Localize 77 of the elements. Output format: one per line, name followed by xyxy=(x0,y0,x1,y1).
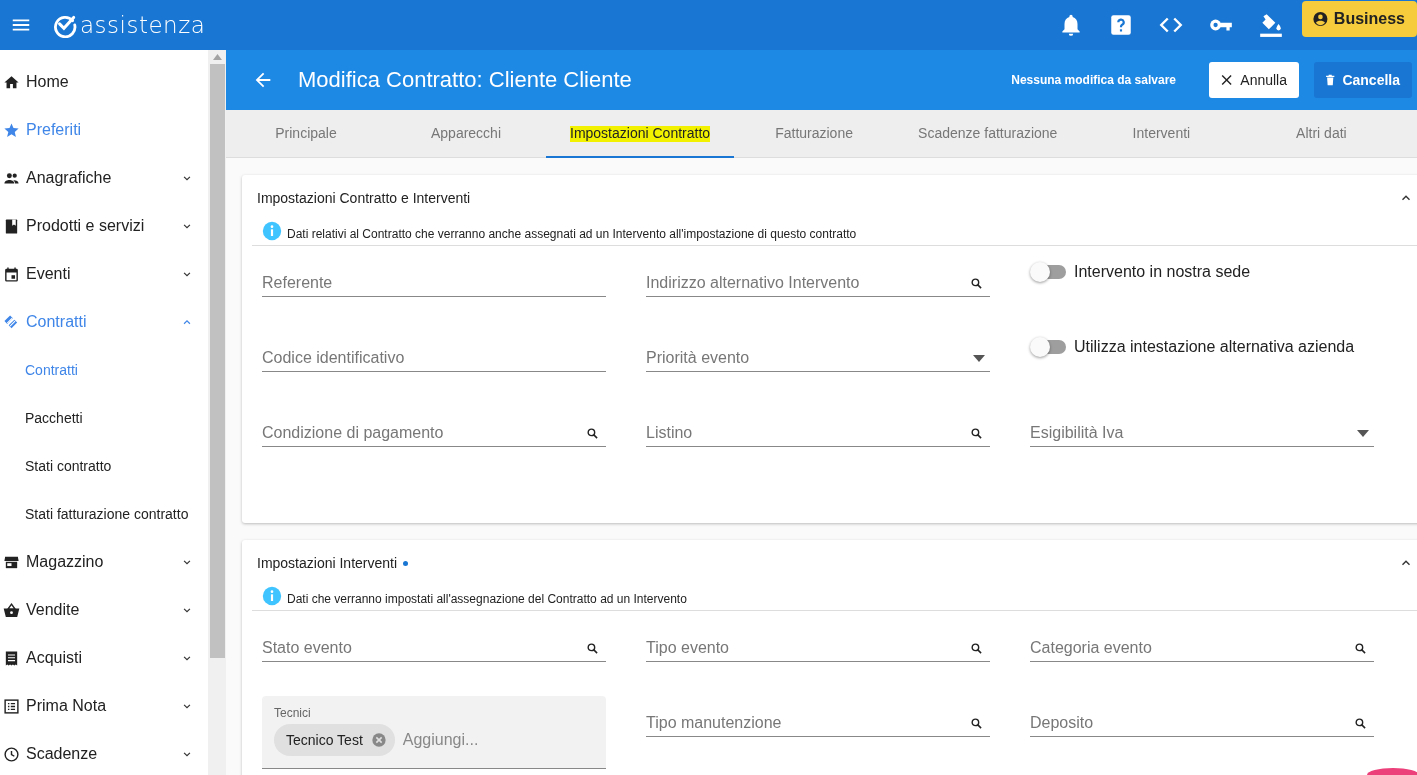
home-icon xyxy=(3,73,20,91)
handshake-icon xyxy=(3,313,20,331)
receipt-icon xyxy=(3,649,20,667)
account-button[interactable]: Business xyxy=(1302,1,1417,37)
sidebar-subitem[interactable]: Contratti xyxy=(0,346,208,394)
sidebar-item[interactable]: Preferiti xyxy=(0,106,208,154)
star-icon xyxy=(3,121,20,139)
save-status: Nessuna modifica da salvare xyxy=(1011,73,1176,87)
info-icon xyxy=(262,221,282,241)
input-field[interactable]: Tipo evento xyxy=(646,623,990,662)
tab[interactable]: Altri dati xyxy=(1241,110,1402,158)
select-field[interactable]: Priorità evento xyxy=(646,333,990,372)
search-icon[interactable] xyxy=(1354,641,1367,655)
search-icon[interactable] xyxy=(586,641,599,655)
remove-icon[interactable] xyxy=(370,732,387,748)
input-field[interactable]: Indirizzo alternativo Intervento xyxy=(646,258,990,297)
select-field[interactable]: Esigibilità Iva xyxy=(1030,408,1374,447)
sidebar-item[interactable]: Contratti xyxy=(0,298,208,346)
tab[interactable]: Apparecchi xyxy=(386,110,546,158)
tab[interactable]: Scadenze fatturazione xyxy=(894,110,1082,158)
calendar-icon xyxy=(3,265,20,283)
book-icon xyxy=(3,217,20,235)
basket-icon xyxy=(3,601,20,619)
toggle-label: Intervento in nostra sede xyxy=(1074,263,1251,281)
info-text: Dati relativi al Contratto che verranno anche assegnati ad un Intervento all'impostazione di questo contratto xyxy=(287,227,857,241)
search-icon[interactable] xyxy=(586,426,599,440)
input-field[interactable]: Listino xyxy=(646,408,990,447)
sidebar-item[interactable]: Eventi xyxy=(0,250,208,298)
search-icon[interactable] xyxy=(970,276,983,290)
sidebar-item[interactable]: Vendite xyxy=(0,586,208,634)
sidebar-item[interactable]: Anagrafiche xyxy=(0,154,208,202)
toggle-switch[interactable] xyxy=(1030,337,1066,357)
info-text: Dati che verranno impostati all'assegnazione del Contratto ad un Intervento xyxy=(287,592,687,606)
page-title: Modifica Contratto: Cliente Cliente xyxy=(298,67,633,93)
search-icon[interactable] xyxy=(1354,716,1367,730)
input-field[interactable]: Condizione di pagamento xyxy=(262,408,606,447)
input-field[interactable]: Deposito xyxy=(1030,698,1374,737)
sidebar-subitem[interactable]: Stati fatturazione contratto xyxy=(0,490,208,538)
tab[interactable]: Principale xyxy=(226,110,386,158)
chips-field[interactable]: Tecnici Tecnico Test Aggiungi... xyxy=(262,696,606,769)
tab[interactable]: Fatturazione xyxy=(734,110,895,158)
toggle-switch[interactable] xyxy=(1030,262,1066,282)
card-title: Impostazioni Contratto e Interventi xyxy=(257,190,471,206)
chip[interactable]: Tecnico Test xyxy=(274,724,395,756)
tab[interactable]: Interventi xyxy=(1081,110,1242,158)
help-icon[interactable] xyxy=(1108,12,1134,38)
card-title: Impostazioni Interventi xyxy=(257,555,398,571)
search-icon[interactable] xyxy=(970,716,983,730)
sidebar-item[interactable]: Magazzino xyxy=(0,538,208,586)
paint-bucket-icon[interactable] xyxy=(1258,12,1284,38)
list-icon xyxy=(3,697,20,715)
delete-button[interactable]: Cancella xyxy=(1314,62,1412,98)
sidebar-item[interactable]: Acquisti xyxy=(0,634,208,682)
input-field[interactable]: Referente xyxy=(262,258,606,297)
input-field[interactable]: Categoria evento xyxy=(1030,623,1374,662)
info-icon xyxy=(262,586,282,606)
dropdown-arrow-icon xyxy=(973,354,985,362)
sidebar-item[interactable]: Prodotti e servizi xyxy=(0,202,208,250)
dropdown-arrow-icon xyxy=(1357,429,1369,437)
scrollbar-thumb[interactable] xyxy=(209,64,225,658)
search-icon[interactable] xyxy=(970,426,983,440)
chip-placeholder: Aggiungi... xyxy=(402,731,479,749)
sidebar-item[interactable]: Prima Nota xyxy=(0,682,208,730)
toggle-label: Utilizza intestazione alternativa azienda xyxy=(1074,338,1355,356)
sidebar-subitem[interactable]: Stati contratto xyxy=(0,442,208,490)
cancel-button[interactable]: Annulla xyxy=(1209,62,1299,98)
logo-text: assistenza xyxy=(80,12,206,38)
sidebar-subitem[interactable]: Pacchetti xyxy=(0,394,208,442)
field-label: Tecnici xyxy=(274,706,312,720)
sidebar-item[interactable]: Home xyxy=(0,58,208,106)
input-field[interactable]: Tipo manutenzione xyxy=(646,698,990,737)
search-icon[interactable] xyxy=(970,641,983,655)
input-field[interactable]: Codice identificativo xyxy=(262,333,606,372)
sidebar-item[interactable]: Scadenze xyxy=(0,730,208,775)
input-field[interactable]: Stato evento xyxy=(262,623,606,662)
clock-icon xyxy=(3,745,20,763)
fab-button[interactable] xyxy=(1367,768,1417,775)
